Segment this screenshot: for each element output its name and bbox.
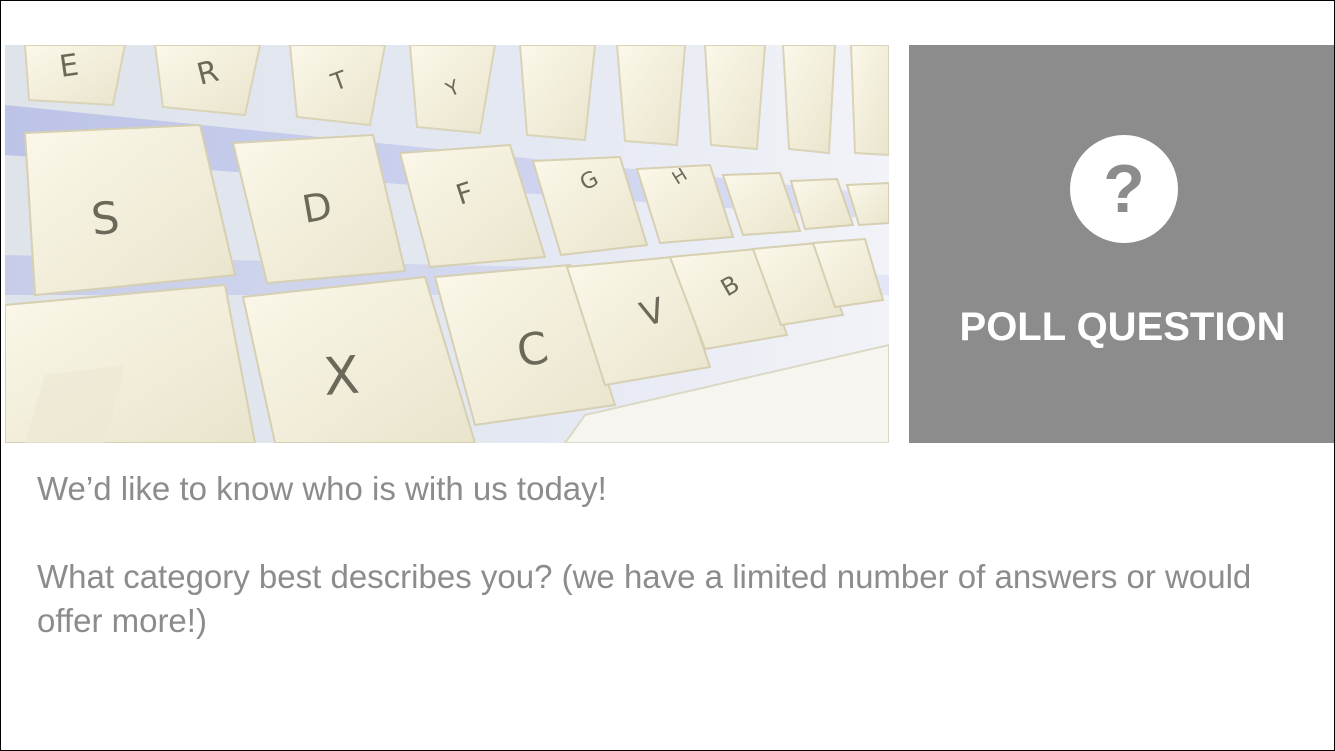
- slide-body: We’d like to know who is with us today! …: [37, 467, 1297, 643]
- poll-panel: ? POLL QUESTION: [909, 45, 1334, 443]
- question-text: What category best describes you? (we ha…: [37, 558, 1252, 639]
- question-glyph: ?: [1103, 151, 1145, 227]
- svg-text:S: S: [89, 192, 122, 246]
- poll-title: POLL QUESTION: [959, 305, 1286, 349]
- svg-text:X: X: [322, 346, 362, 408]
- intro-text: We’d like to know who is with us today!: [37, 470, 607, 507]
- slide: E R T Y S D F G H X C V B ? POLL QUESTIO…: [0, 0, 1335, 751]
- keyboard-photo: E R T Y S D F G H X C V B: [5, 45, 889, 443]
- question-mark-icon: ?: [1070, 135, 1178, 243]
